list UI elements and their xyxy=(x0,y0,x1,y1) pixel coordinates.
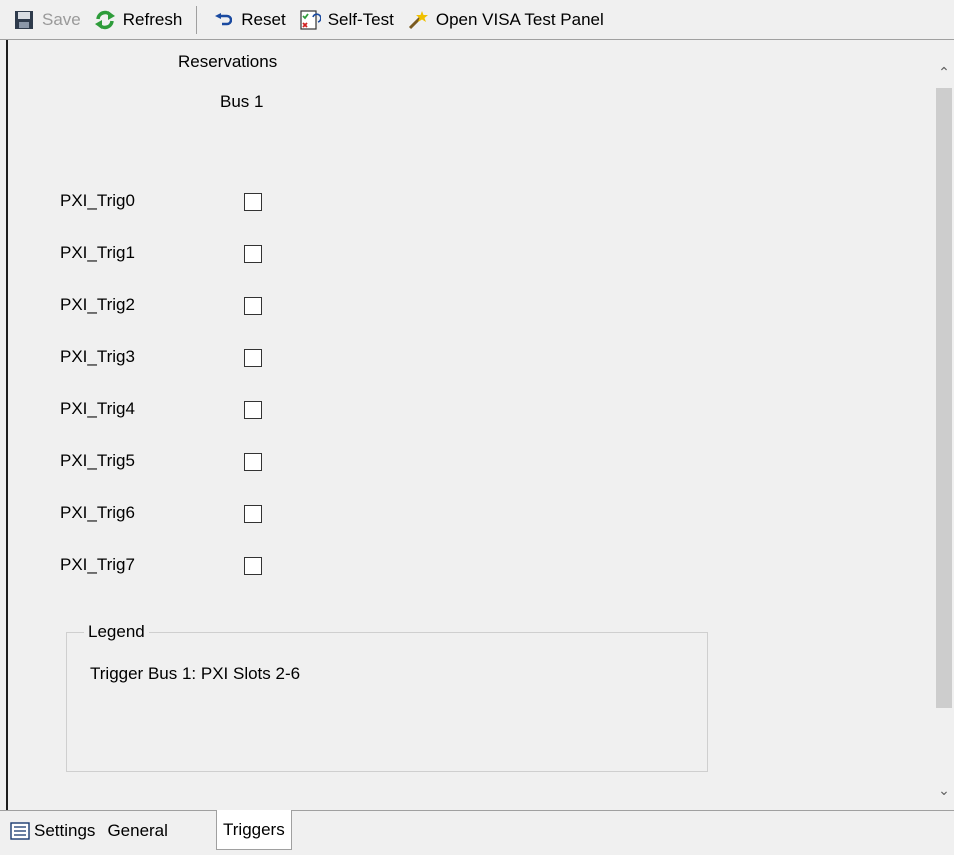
trigger-label: PXI_Trig3 xyxy=(60,347,135,366)
scroll-up-arrow-icon[interactable]: ⌃ xyxy=(934,62,954,82)
trig2-checkbox[interactable] xyxy=(244,297,262,315)
tab-settings[interactable]: Settings xyxy=(8,821,97,841)
trig6-checkbox[interactable] xyxy=(244,505,262,523)
refresh-arrows-icon xyxy=(93,8,117,32)
trigger-label: PXI_Trig5 xyxy=(60,451,135,470)
trigger-label: PXI_Trig4 xyxy=(60,399,135,418)
save-label: Save xyxy=(42,9,81,29)
reset-button[interactable]: Reset xyxy=(205,4,291,36)
toolbar: Save Refresh Reset Self-Test Open VISA T… xyxy=(0,0,954,40)
trigger-row: PXI_Trig0 xyxy=(60,188,220,214)
checklist-icon xyxy=(298,8,322,32)
trigger-row: PXI_Trig5 xyxy=(60,448,220,474)
refresh-button[interactable]: Refresh xyxy=(87,4,189,36)
trigger-label: PXI_Trig6 xyxy=(60,503,135,522)
tab-settings-label: Settings xyxy=(34,821,96,840)
visa-label: Open VISA Test Panel xyxy=(435,9,604,29)
tab-triggers[interactable]: Triggers xyxy=(216,810,292,850)
trigger-label: PXI_Trig7 xyxy=(60,555,135,574)
trigger-label: PXI_Trig1 xyxy=(60,243,135,262)
list-icon xyxy=(10,822,30,840)
trig0-checkbox[interactable] xyxy=(244,193,262,211)
trig1-checkbox[interactable] xyxy=(244,245,262,263)
legend-groupbox xyxy=(66,632,708,772)
bus-1-header: Bus 1 xyxy=(220,92,264,111)
trigger-row: PXI_Trig1 xyxy=(60,240,220,266)
refresh-label: Refresh xyxy=(122,9,183,29)
vertical-scrollbar[interactable]: ⌃ ⌄ xyxy=(934,40,954,810)
trigger-row: PXI_Trig4 xyxy=(60,396,220,422)
scroll-thumb[interactable] xyxy=(936,88,952,708)
self-test-button[interactable]: Self-Test xyxy=(292,4,400,36)
toolbar-separator xyxy=(196,5,198,34)
reset-label: Reset xyxy=(241,9,286,29)
trigger-row: PXI_Trig7 xyxy=(60,552,220,578)
open-visa-test-panel-button[interactable]: Open VISA Test Panel xyxy=(400,4,610,36)
undo-arrow-icon xyxy=(211,8,235,32)
trigger-row: PXI_Trig2 xyxy=(60,292,220,318)
trigger-label: PXI_Trig2 xyxy=(60,295,135,314)
legend-text: Trigger Bus 1: PXI Slots 2-6 xyxy=(90,664,301,683)
tab-general[interactable]: General xyxy=(105,821,169,841)
trigger-row: PXI_Trig3 xyxy=(60,344,220,370)
tab-triggers-label: Triggers xyxy=(223,819,285,839)
tab-strip: Settings General Triggers xyxy=(0,810,954,855)
magic-wand-icon xyxy=(406,8,430,32)
self-test-label: Self-Test xyxy=(327,9,394,29)
trig4-checkbox[interactable] xyxy=(244,401,262,419)
trig5-checkbox[interactable] xyxy=(244,453,262,471)
scroll-down-arrow-icon[interactable]: ⌄ xyxy=(934,780,954,800)
inactive-tabs: Settings General xyxy=(8,815,170,847)
trig7-checkbox[interactable] xyxy=(244,557,262,575)
trig3-checkbox[interactable] xyxy=(244,349,262,367)
trigger-label: PXI_Trig0 xyxy=(60,191,135,210)
reservations-header: Reservations xyxy=(178,52,278,71)
floppy-disk-icon xyxy=(12,8,36,32)
save-button[interactable]: Save xyxy=(6,4,87,36)
tab-general-label: General xyxy=(107,821,168,840)
legend-title: Legend xyxy=(84,622,149,642)
trigger-row: PXI_Trig6 xyxy=(60,500,220,526)
